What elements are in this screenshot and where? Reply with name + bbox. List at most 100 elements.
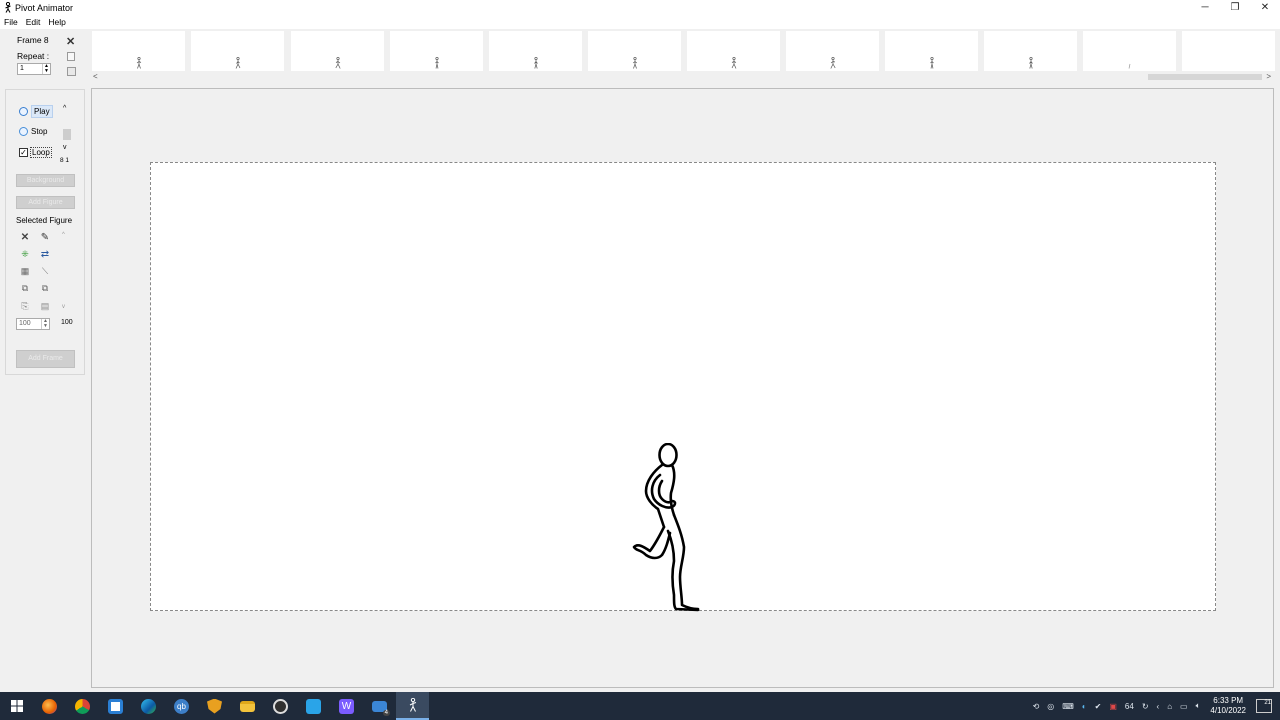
red-app-icon[interactable]: ▣ <box>1109 702 1117 711</box>
frame-thumbnail[interactable] <box>885 31 978 71</box>
obs-icon[interactable] <box>264 692 297 720</box>
speed-up-icon[interactable]: ^ <box>63 105 66 112</box>
network-activity-icon[interactable]: ⟲ <box>1033 702 1040 711</box>
spin-arrows-icon[interactable]: ▲ ▼ <box>41 319 49 329</box>
pivot-stickman-icon <box>3 2 13 14</box>
speed-down-icon[interactable]: v <box>63 144 67 151</box>
stick-figure[interactable] <box>616 443 701 613</box>
speed-slider-thumb[interactable] <box>63 129 71 140</box>
checkmark-icon: ✓ <box>19 148 28 157</box>
frame-label: Frame 8 <box>17 35 49 45</box>
line-tool-icon[interactable]: ⟍ <box>39 265 51 277</box>
close-window-button[interactable]: ✕ <box>1250 0 1280 15</box>
copy-figure-icon[interactable]: ⎘ <box>19 300 31 312</box>
flip-figure-icon[interactable]: ⇄ <box>39 248 51 260</box>
center-figure-icon[interactable]: ⁜ <box>19 248 31 260</box>
stop-radio-icon <box>19 127 28 136</box>
delete-figure-icon[interactable]: ✕ <box>19 231 31 243</box>
mail-badge: 4 <box>382 710 390 716</box>
control-panel: Play Stop ✓ Loop ^ v 8 1 Background Add … <box>5 89 85 375</box>
sync-icon[interactable]: ↻ <box>1142 702 1149 711</box>
color-figure-icon[interactable]: ▦ <box>19 265 31 277</box>
animation-stage[interactable] <box>150 162 1216 613</box>
menu-help[interactable]: Help <box>48 17 65 27</box>
frame-thumbnail[interactable] <box>687 31 780 71</box>
network-icon[interactable]: ⌂ <box>1167 702 1172 711</box>
edge-icon[interactable] <box>132 692 165 720</box>
menu-file[interactable]: File <box>4 17 18 27</box>
scroll-down-icon[interactable]: v <box>62 304 65 310</box>
add-figure-button[interactable]: Add Figure <box>16 196 75 209</box>
spin-arrows-icon[interactable]: ▲ ▼ <box>42 64 50 74</box>
chrome-icon[interactable] <box>66 692 99 720</box>
chevron-up-icon[interactable]: ‹ <box>1157 702 1160 711</box>
cpu-tray-value[interactable]: 64 <box>1125 702 1134 711</box>
display-icon[interactable]: ▭ <box>1180 702 1188 711</box>
delete-frame-icon[interactable]: ✕ <box>66 35 75 48</box>
checkmark-tray-icon[interactable]: ✔ <box>1095 702 1102 711</box>
stop-radio[interactable]: Stop <box>19 127 47 136</box>
loop-checkbox[interactable]: ✓ Loop <box>19 147 52 158</box>
play-radio[interactable]: Play <box>19 105 53 118</box>
start-button[interactable] <box>0 692 33 720</box>
notification-center-icon[interactable]: 21 <box>1256 699 1272 713</box>
scroll-up-icon[interactable]: ^ <box>62 232 65 238</box>
keyboard-icon[interactable]: ⌨ <box>1062 702 1074 711</box>
frame-thumbnail[interactable] <box>588 31 681 71</box>
repeat-stepper[interactable]: 1 ▲ ▼ <box>17 63 51 75</box>
selected-figure-label: Selected Figure <box>16 216 73 225</box>
windows-icon <box>10 700 23 712</box>
frame-thumbnail[interactable] <box>291 31 384 71</box>
copy-frame-icon[interactable] <box>67 52 75 61</box>
figure-scrollbar[interactable]: ^ v <box>62 232 71 310</box>
loop-label: Loop <box>30 147 52 158</box>
frame-thumbnail[interactable] <box>786 31 879 71</box>
shield-tray-icon[interactable]: ◎ <box>1047 702 1054 711</box>
scroll-right-icon[interactable]: > <box>1266 72 1271 81</box>
speed-slider[interactable]: ^ v 8 1 <box>60 105 72 164</box>
frame-thumbnail[interactable] <box>984 31 1077 71</box>
frame-timeline: < > <box>91 29 1275 85</box>
pivot-taskbar-icon[interactable] <box>396 692 429 720</box>
send-back-icon[interactable]: ⧉ <box>39 282 51 294</box>
frame-thumbnail[interactable] <box>191 31 284 71</box>
store-icon[interactable] <box>99 692 132 720</box>
paste-frame-icon[interactable] <box>67 67 76 76</box>
speed-value: 8 1 <box>60 157 70 164</box>
edge-tray-icon[interactable]: ◐ <box>1082 702 1087 711</box>
timeline-scrollbar[interactable]: < > <box>91 72 1274 82</box>
play-radio-icon <box>19 107 28 116</box>
maximize-button[interactable]: ❐ <box>1220 0 1250 15</box>
shield-icon[interactable] <box>198 692 231 720</box>
firefox-icon[interactable] <box>33 692 66 720</box>
taskbar-clock[interactable]: 6:33 PM 4/10/2022 <box>1210 696 1246 716</box>
minimize-button[interactable]: ─ <box>1190 0 1220 15</box>
frame-thumbnail[interactable] <box>1182 31 1275 71</box>
paste-figure-icon[interactable]: ▤ <box>39 300 51 312</box>
scroll-left-icon[interactable]: < <box>93 72 98 81</box>
clock-date: 4/10/2022 <box>1210 706 1246 715</box>
frame-thumbnail[interactable] <box>1083 31 1176 71</box>
figure-size-input[interactable]: 100 <box>19 320 31 327</box>
bookmarks-icon[interactable] <box>297 692 330 720</box>
volume-icon[interactable]: 🔈︎ <box>1196 701 1201 711</box>
edit-figure-icon[interactable]: ✎ <box>39 231 51 243</box>
mail-icon[interactable]: 4 <box>363 692 396 720</box>
bring-front-icon[interactable]: ⧉ <box>19 282 31 294</box>
timeline-scroll-thumb[interactable] <box>1148 74 1262 80</box>
system-tray: ⟲ ◎ ⌨ ◐ ✔ ▣ 64 ↻ ‹ ⌂ ▭ 🔈︎ 6:33 PM 4/10/2… <box>1029 692 1280 720</box>
frame-thumbnail[interactable] <box>390 31 483 71</box>
canvas-area <box>91 88 1274 688</box>
frame-thumbnail[interactable] <box>489 31 582 71</box>
figure-size-display: 100 <box>61 319 73 326</box>
play-label: Play <box>31 105 53 118</box>
frame-thumbnail[interactable] <box>92 31 185 71</box>
qbittorrent-icon[interactable]: qb <box>165 692 198 720</box>
file-explorer-icon[interactable] <box>231 692 264 720</box>
window-title: Pivot Animator <box>15 2 74 13</box>
add-frame-button[interactable]: Add Frame <box>16 350 75 368</box>
menu-edit[interactable]: Edit <box>26 17 41 27</box>
maps-icon[interactable]: W <box>330 692 363 720</box>
background-button[interactable]: Background <box>16 174 75 187</box>
figure-size-stepper[interactable]: 100 ▲ ▼ <box>16 318 50 330</box>
